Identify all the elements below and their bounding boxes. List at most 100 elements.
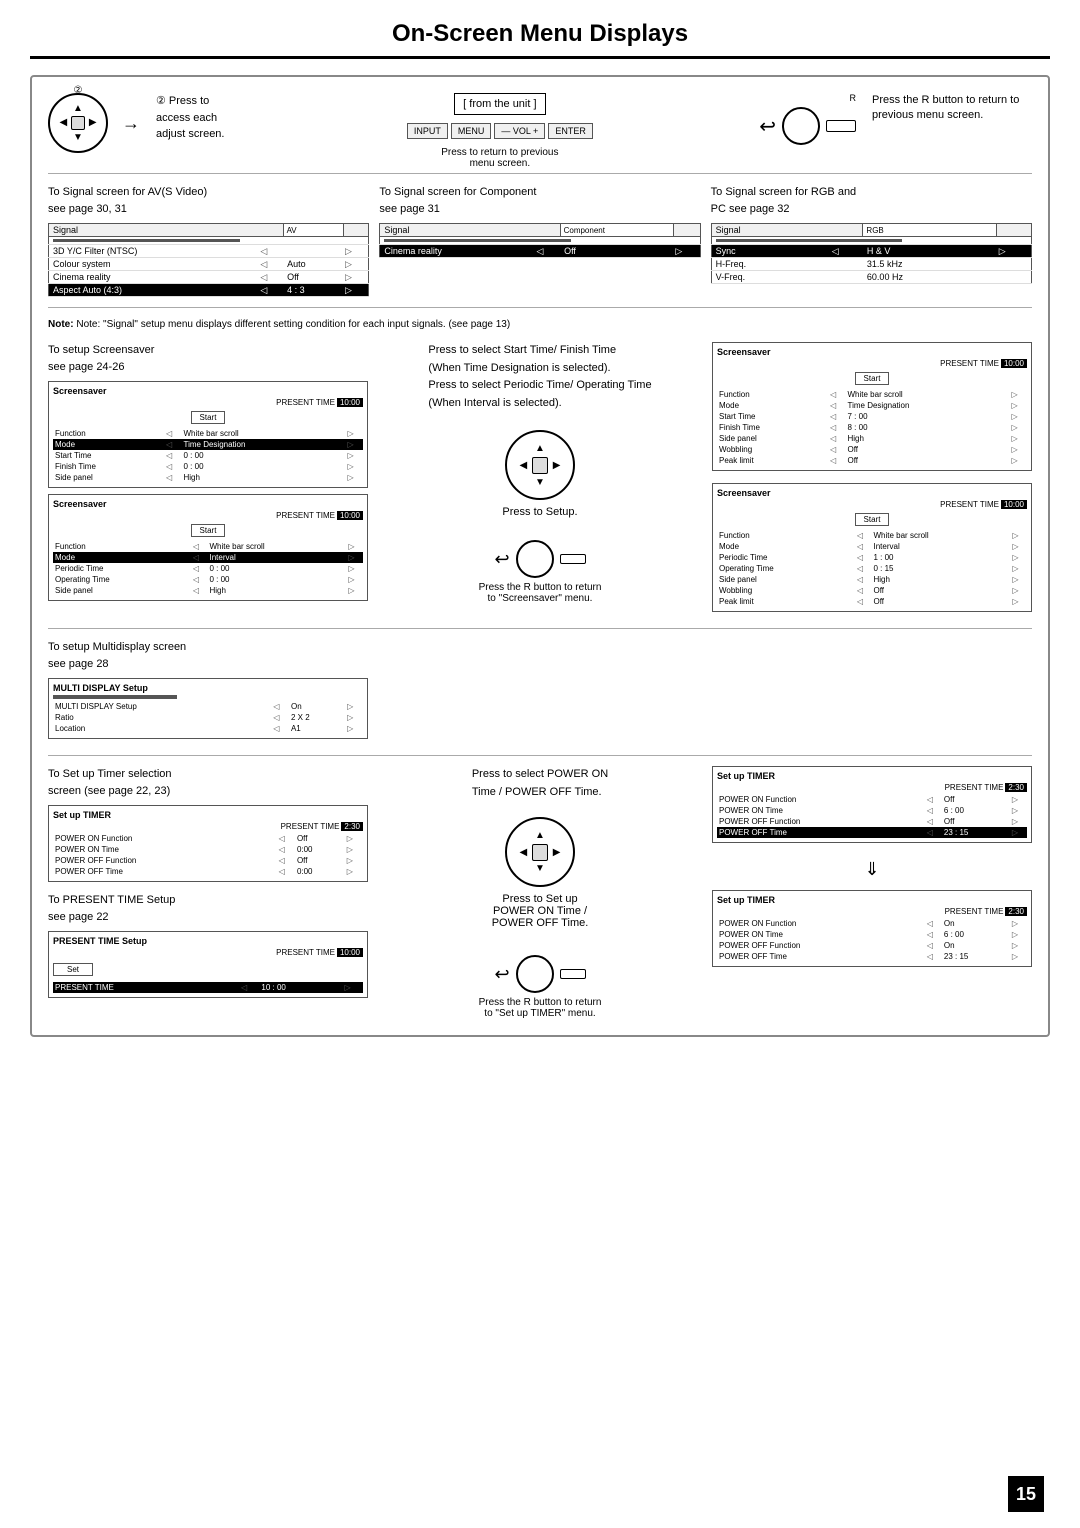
table-row: Function◁White bar scroll▷	[717, 389, 1027, 400]
table-row: Side panel ◁ High ▷	[53, 585, 363, 596]
ss-right-table1: Function◁White bar scroll▷ Mode◁Time Des…	[717, 389, 1027, 466]
press-text-2: access each	[156, 110, 224, 127]
table-row: V-Freq. 60.00 Hz	[711, 271, 1031, 284]
multidisplay-left: To setup Multidisplay screen see page 28…	[48, 639, 368, 745]
screensaver-start-btn1: Start	[191, 411, 226, 424]
timer-instructions: Press to select POWER ON Time / POWER OF…	[472, 766, 608, 801]
multidisplay-center	[380, 639, 700, 745]
timer-after-screen2: Set up TIMER PRESENT TIME 2:30 POWER ON …	[712, 890, 1032, 967]
multidisplay-section: To setup Multidisplay screen see page 28…	[48, 628, 1032, 745]
table-row: Wobbling◁Off▷	[717, 585, 1027, 596]
press-return-text: Press to return to previous	[441, 147, 558, 158]
screensaver-screen1-title: Screensaver	[53, 386, 363, 396]
table-row: MULTI DISPLAY Setup◁On▷	[53, 701, 363, 712]
enter-btn: ENTER	[548, 123, 593, 139]
screensaver-left-col: To setup Screensaver see page 24-26 Scre…	[48, 342, 368, 618]
screensaver-right-screen1: Screensaver PRESENT TIME 10:00 Start Fun…	[712, 342, 1032, 471]
table-row: POWER ON Time◁6 : 00▷	[717, 805, 1027, 816]
table-row	[380, 237, 700, 245]
table-row: PRESENT TIME ◁ 10 : 00 ▷	[53, 982, 363, 993]
screensaver-screen1: Screensaver PRESENT TIME 10:00 Start Fun…	[48, 381, 368, 488]
screensaver-label: To setup Screensaver see page 24-26	[48, 342, 368, 375]
table-row: POWER OFF Function◁On▷	[717, 940, 1027, 951]
table-row: POWER ON Function◁On▷	[717, 918, 1027, 929]
table-row	[711, 237, 1031, 245]
table-row: Sync ◁ H & V ▷	[711, 245, 1031, 258]
signal-av-label: To Signal screen for AV(S Video) see pag…	[48, 184, 369, 217]
screensaver-center-col: Press to select Start Time/ Finish Time …	[380, 342, 700, 618]
press-return-screensaver: Press the R button to return to "Screens…	[479, 582, 602, 604]
screensaver-start-btn2: Start	[191, 524, 226, 537]
menu-btn: MENU	[451, 123, 492, 139]
table-row: Start Time◁7 : 00▷	[717, 411, 1027, 422]
ss-right-present-time1: PRESENT TIME 10:00	[717, 359, 1027, 368]
table-row: H-Freq. 31.5 kHz	[711, 258, 1031, 271]
table-row: Wobbling◁Off▷	[717, 444, 1027, 455]
table-row: Function ◁ White bar scroll ▷	[53, 428, 363, 439]
page-title: On-Screen Menu Displays	[30, 20, 1050, 59]
table-row: Function ◁ White bar scroll ▷	[53, 541, 363, 552]
table-row: Function◁White bar scroll▷	[717, 530, 1027, 541]
signal-av-col: To Signal screen for AV(S Video) see pag…	[48, 184, 369, 297]
screensaver-right-col: Screensaver PRESENT TIME 10:00 Start Fun…	[712, 342, 1032, 618]
down-arrow-icon: ⇓	[712, 859, 1032, 880]
remote-small-circle: ▲ ◀ ▶ ▼	[505, 430, 575, 500]
table-row: Mode◁Time Designation▷	[717, 400, 1027, 411]
remote-small-timer: ▲ ◀ ▶ ▼	[505, 817, 575, 887]
press-setup-text: Press to Setup.	[502, 506, 577, 518]
from-unit-label: [ from the unit ]	[454, 93, 545, 115]
table-row: POWER OFF Function◁Off▷	[717, 816, 1027, 827]
table-row: Side panel◁High▷	[717, 433, 1027, 444]
signal-component-label: To Signal screen for Component see page …	[379, 184, 700, 217]
multidisplay-table: MULTI DISPLAY Setup◁On▷ Ratio◁2 X 2▷ Loc…	[53, 701, 363, 734]
signal-component-table: Signal Component Cinema reality ◁	[379, 223, 700, 258]
signal-av-table: Signal AV 3D Y/C Filter (NTSC) ◁	[48, 223, 369, 297]
timer-left-col: To Set up Timer selection screen (see pa…	[48, 766, 368, 1019]
table-row: POWER ON Function◁Off▷	[717, 794, 1027, 805]
input-btn: INPUT	[407, 123, 448, 139]
ss-right-table2: Function◁White bar scroll▷ Mode◁Interval…	[717, 530, 1027, 607]
present-time-table: PRESENT TIME ◁ 10 : 00 ▷	[53, 982, 363, 993]
multidisplay-screen: MULTI DISPLAY Setup MULTI DISPLAY Setup◁…	[48, 678, 368, 739]
return-arrow-timer-icon: ↩	[494, 964, 509, 985]
table-row: POWER ON Time◁0:00▷	[53, 844, 363, 855]
screensaver-right-screen2: Screensaver PRESENT TIME 10:00 Start Fun…	[712, 483, 1032, 612]
table-row: Finish Time ◁ 0 : 00 ▷	[53, 461, 363, 472]
r-arrow-icon: ↩	[759, 114, 776, 139]
timer-right-col: Set up TIMER PRESENT TIME 2:30 POWER ON …	[712, 766, 1032, 1019]
table-row: Start Time ◁ 0 : 00 ▷	[53, 450, 363, 461]
r-rect	[826, 120, 856, 132]
unit-buttons-row: INPUT MENU — VOL + ENTER	[407, 123, 593, 139]
r-button-section: R ↩ Press the R button to return to prev…	[759, 93, 1032, 145]
timer-after-screen1: Set up TIMER PRESENT TIME 2:30 POWER ON …	[712, 766, 1032, 843]
timer-initial-table: POWER ON Function◁Off▷ POWER ON Time◁0:0…	[53, 833, 363, 877]
timer-after-time1: PRESENT TIME 2:30	[717, 783, 1027, 792]
table-row: POWER OFF Time◁0:00▷	[53, 866, 363, 877]
timer-after-table2: POWER ON Function◁On▷ POWER ON Time◁6 : …	[717, 918, 1027, 962]
timer-after-table1: POWER ON Function◁Off▷ POWER ON Time◁6 :…	[717, 794, 1027, 838]
ss-right-start2: Start	[855, 513, 890, 526]
signal-section: To Signal screen for AV(S Video) see pag…	[48, 173, 1032, 308]
multidisplay-right	[712, 639, 1032, 745]
timer-press-setup: Press to Set up POWER ON Time / POWER OF…	[492, 893, 589, 929]
multidisplay-label: To setup Multidisplay screen see page 28	[48, 639, 368, 672]
remote-center-button	[71, 116, 86, 131]
table-row: Mode ◁ Interval ▷	[53, 552, 363, 563]
table-row: Mode◁Interval▷	[717, 541, 1027, 552]
page: On-Screen Menu Displays ▲ ◀ ▶	[0, 0, 1080, 1528]
timer-initial-screen: Set up TIMER PRESENT TIME 2:30 POWER ON …	[48, 805, 368, 882]
table-row: Operating Time ◁ 0 : 00 ▷	[53, 574, 363, 585]
signal-rgb-table: Signal RGB Sync ◁ H & V	[711, 223, 1032, 284]
table-row: 3D Y/C Filter (NTSC) ◁ ▷	[49, 245, 369, 258]
table-row: Side panel ◁ High ▷	[53, 472, 363, 483]
present-time-setup-label: To PRESENT TIME Setup see page 22	[48, 892, 368, 925]
timer-label: To Set up Timer selection screen (see pa…	[48, 766, 368, 799]
remote-arrows: ▲ ◀ ▶ ▼	[56, 101, 100, 145]
ss-right-start1: Start	[855, 372, 890, 385]
screensaver-present-time1: PRESENT TIME 10:00	[53, 398, 363, 407]
menu-screen-text: menu screen.	[470, 158, 531, 169]
table-row: Side panel◁High▷	[717, 574, 1027, 585]
present-time-set-btn: Set	[53, 963, 93, 976]
table-row: Peak limit◁Off▷	[717, 455, 1027, 466]
table-row: Colour system ◁ Auto ▷	[49, 258, 369, 271]
